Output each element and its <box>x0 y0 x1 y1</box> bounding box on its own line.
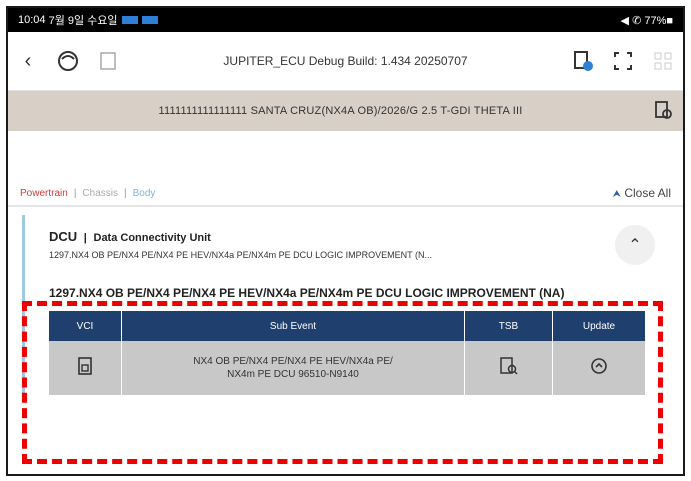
vci-cell[interactable] <box>49 341 122 395</box>
back-icon: ‹ <box>24 49 32 72</box>
table-row: NX4 OB PE/NX4 PE/NX4 PE HEV/NX4a PE/ NX4… <box>49 341 645 395</box>
tab-body[interactable]: Body <box>133 188 156 199</box>
unit-card-header[interactable]: DCU | Data Connectivity Unit 1297.NX4 OB… <box>25 215 669 268</box>
chevron-up-icon: ⌃ <box>628 237 642 254</box>
column-header: VCI <box>49 311 122 341</box>
tab-chassis[interactable]: Chassis <box>82 188 118 199</box>
app-title: JUPITER_ECU Debug Build: 1.434 20250707 <box>223 54 468 68</box>
update-button[interactable] <box>552 341 645 395</box>
unit-name: Data Connectivity Unit <box>93 232 211 244</box>
event-section: 1297.NX4 OB PE/NX4 PE/NX4 PE HEV/NX4a PE… <box>25 272 669 395</box>
vci-device-icon <box>78 356 92 375</box>
vehicle-info: 1111111111111111 SANTA CRUZ(NX4A OB)/202… <box>158 105 523 117</box>
unit-card: DCU | Data Connectivity Unit 1297.NX4 OB… <box>22 215 669 395</box>
event-table: VCI Sub Event TSB Update NX4 OB PE/NX4 P… <box>49 311 645 395</box>
sub-event-cell: NX4 OB PE/NX4 PE/NX4 PE HEV/NX4a PE/ NX4… <box>121 341 465 395</box>
close-all-button[interactable]: ⮝ Close All <box>612 186 671 200</box>
fullscreen-icon[interactable] <box>603 41 643 81</box>
notification-icon <box>121 16 138 24</box>
update-icon <box>591 357 607 374</box>
toolbar: ‹ JUPITER_ECU Debug Build: 1.434 2025070… <box>8 32 683 91</box>
unit-description: 1297.NX4 OB PE/NX4 PE/NX4 PE HEV/NX4a PE… <box>49 250 432 260</box>
export-icon[interactable] <box>88 41 128 81</box>
unit-title: DCU | Data Connectivity Unit <box>49 229 211 244</box>
system-tabs: Powertrain | Chassis | Body ⮝ Close All <box>8 181 683 207</box>
status-time: 10:04 <box>18 14 46 26</box>
status-right: ◀ ✆ 77%■ <box>620 14 673 27</box>
status-bar: 10:04 7월 9일 수요일 ◀ ✆ 77%■ <box>8 8 683 32</box>
vehicle-info-bar: 1111111111111111 SANTA CRUZ(NX4A OB)/202… <box>8 91 683 131</box>
vci-icon[interactable] <box>563 41 603 81</box>
tsb-button[interactable] <box>464 341 553 395</box>
event-title: 1297.NX4 OB PE/NX4 PE/NX4 PE HEV/NX4a PE… <box>49 286 565 300</box>
tab-powertrain[interactable]: Powertrain <box>20 188 68 199</box>
signal-icon[interactable] <box>48 41 88 81</box>
back-button[interactable]: ‹ <box>8 41 48 81</box>
column-header: Update <box>552 311 645 341</box>
status-date: 7월 9일 수요일 <box>48 15 118 27</box>
vehicle-settings-icon[interactable] <box>653 100 673 123</box>
unit-code: DCU <box>49 229 78 244</box>
double-chevron-up-icon: ⮝ <box>612 189 621 200</box>
collapse-button[interactable]: ⌃ <box>615 225 655 265</box>
column-header: TSB <box>464 311 553 341</box>
grid-icon[interactable] <box>643 41 683 81</box>
device-screen: 10:04 7월 9일 수요일 ◀ ✆ 77%■ ‹ JUPITER_ECU D… <box>6 6 685 476</box>
column-header: Sub Event <box>121 311 465 341</box>
tsb-document-search-icon <box>499 356 518 375</box>
notification-icon <box>141 16 158 24</box>
